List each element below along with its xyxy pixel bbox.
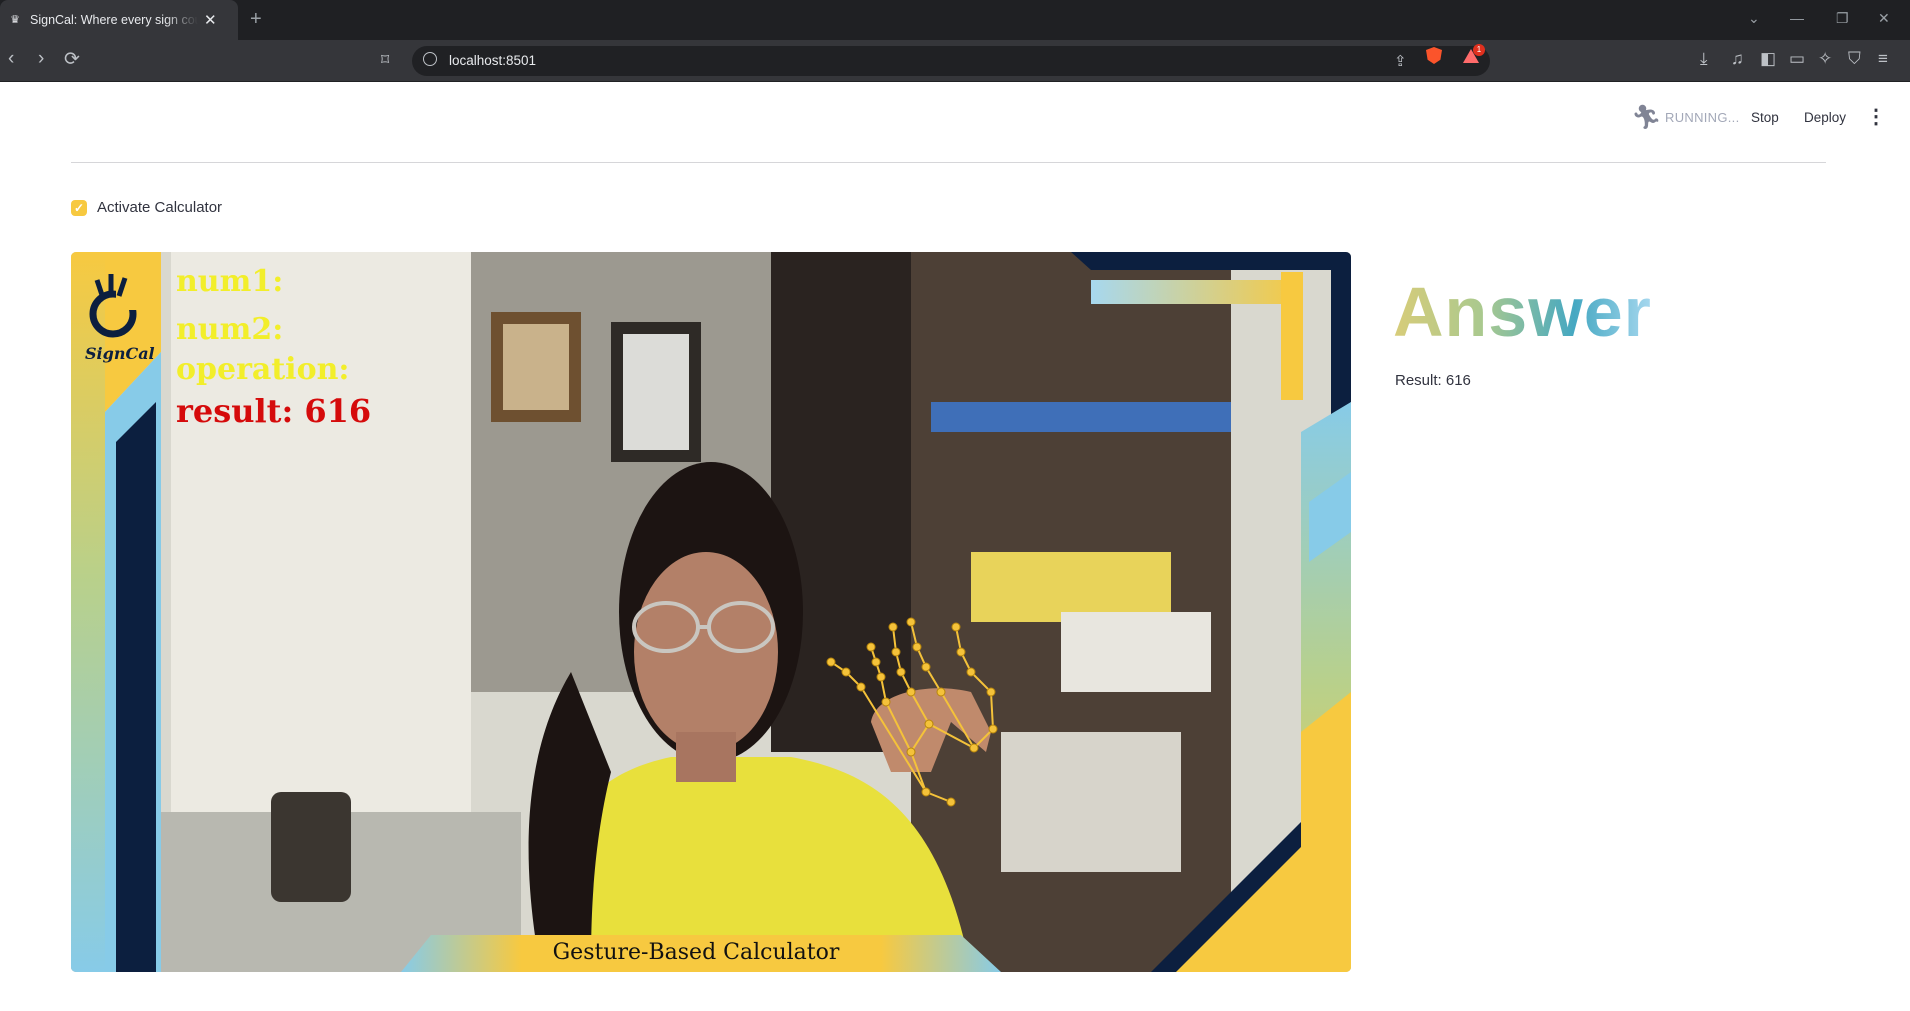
wallet-icon[interactable]: ▭ [1789,49,1805,69]
overlay-num1: num1: [176,264,284,299]
running-man-icon: 🏃︎ [1631,104,1662,131]
media-icon[interactable]: ♫ [1731,49,1744,69]
webcam-feed: SignCal num1: num2: operation: result: 6… [71,252,1351,972]
deploy-button[interactable]: Deploy [1804,110,1846,125]
streamlit-favicon-icon: ♛ [10,14,20,26]
answer-heading: Answer [1393,273,1652,351]
browser-toolbar: ‹ › ⟳ ⌑ localhost:8501 ⇪ 1 ⤓ ♫ ◧ ▭ ✧ ⛉ ≡ [0,40,1910,82]
tab-title: SignCal: Where every sign counts [30,13,198,27]
vpn-shield-icon[interactable]: ⛉ [1848,49,1861,69]
restore-icon[interactable]: ❐ [1836,10,1849,27]
address-bar[interactable]: localhost:8501 ⇪ [412,46,1490,76]
logo-text: SignCal [85,344,155,363]
reload-icon[interactable]: ⟳ [64,48,80,71]
close-window-icon[interactable]: ✕ [1878,10,1890,27]
overlay-num2: num2: [176,312,284,347]
menu-icon[interactable]: ≡ [1878,49,1888,69]
banner-title: Gesture-Based Calculator [552,940,840,965]
download-icon[interactable]: ⤓ [1700,49,1708,69]
site-info-icon[interactable] [423,52,437,66]
tab-search-chevron-icon[interactable]: ⌄ [1748,10,1760,27]
result-text: Result: 616 [1395,372,1471,389]
share-icon[interactable]: ⇪ [1394,52,1407,70]
divider [71,162,1826,163]
activate-calculator-checkbox[interactable]: ✓ [71,200,87,216]
rewards-badge: 1 [1473,44,1485,56]
minimize-icon[interactable]: — [1790,10,1804,26]
browser-tab[interactable]: ♛ SignCal: Where every sign counts ✕ [0,0,238,40]
forward-icon[interactable]: › [38,48,44,70]
sidebar-icon[interactable]: ◧ [1760,49,1776,69]
activate-calculator-label[interactable]: Activate Calculator [97,199,222,216]
new-tab-icon[interactable]: + [250,8,262,31]
stop-button[interactable]: Stop [1751,110,1779,125]
leo-ai-icon[interactable]: ✧ [1818,49,1832,69]
back-icon[interactable]: ‹ [8,48,14,70]
overlay-operation: operation: [176,352,350,387]
main-menu-icon[interactable]: ⋮ [1866,104,1886,129]
bookmark-icon[interactable]: ⌑ [381,50,389,70]
running-status: RUNNING... [1665,110,1740,125]
url-text[interactable]: localhost:8501 [449,53,536,68]
overlay-result: result: 616 [176,392,372,430]
browser-tab-bar: ♛ SignCal: Where every sign counts ✕ + ⌄… [0,0,1910,40]
close-tab-icon[interactable]: ✕ [204,11,217,29]
